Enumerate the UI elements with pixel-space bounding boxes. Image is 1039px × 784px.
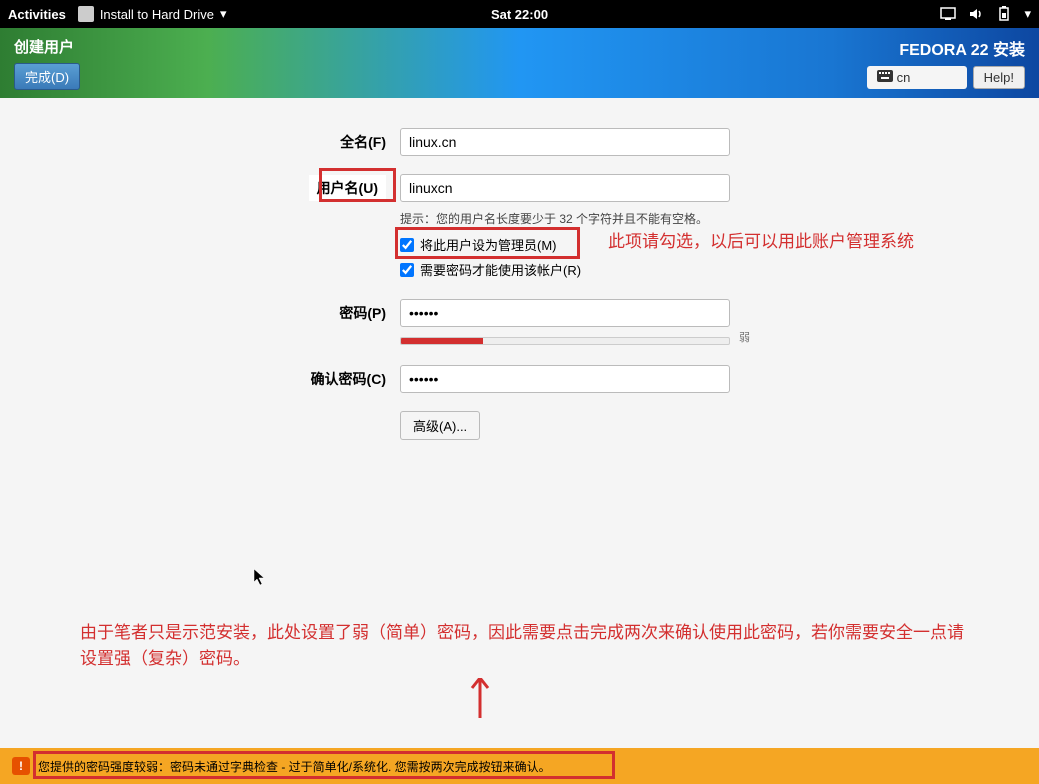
app-menu[interactable]: Install to Hard Drive ▾: [78, 6, 227, 22]
chevron-down-icon: ▾: [1024, 6, 1031, 22]
warning-icon: !: [12, 757, 30, 775]
admin-checkbox-label: 将此用户设为管理员(M): [420, 235, 557, 254]
fullname-input[interactable]: [400, 128, 730, 156]
battery-icon: [996, 6, 1012, 22]
installer-header: 创建用户 完成(D) FEDORA 22 安装 cn Help!: [0, 28, 1039, 98]
volume-icon: [968, 6, 984, 22]
cursor-icon: [253, 568, 267, 591]
username-hint: 提示：您的用户名长度要少于 32 个字符并且不能有空格。: [400, 210, 730, 227]
system-tray[interactable]: ▾: [548, 6, 1031, 22]
product-title: FEDORA 22 安装: [899, 36, 1025, 60]
user-form: 全名(F) 用户名(U) 提示：您的用户名长度要少于 32 个字符并且不能有空格…: [0, 98, 1039, 488]
confirm-password-label: 确认密码(C): [0, 369, 400, 389]
password-strength-meter: 弱: [400, 333, 730, 345]
admin-checkbox[interactable]: [400, 238, 414, 252]
gnome-top-bar: Activities Install to Hard Drive ▾ Sat 2…: [0, 0, 1039, 28]
password-label: 密码(P): [0, 303, 400, 323]
fullname-label: 全名(F): [0, 132, 400, 152]
annotation-password-note: 由于笔者只是示范安装，此处设置了弱（简单）密码，因此需要点击完成两次来确认使用此…: [80, 620, 980, 671]
password-input[interactable]: [400, 299, 730, 327]
require-password-label: 需要密码才能使用该帐户(R): [420, 260, 581, 279]
hdd-icon: [78, 6, 94, 22]
confirm-password-input[interactable]: [400, 365, 730, 393]
keyboard-indicator[interactable]: cn: [867, 66, 967, 89]
warning-bar: ! 您提供的密码强度较弱：密码未通过字典检查 - 过于简单化/系统化. 您需按两…: [0, 748, 1039, 784]
advanced-button[interactable]: 高级(A)...: [400, 411, 480, 440]
username-label: 用户名(U): [309, 175, 386, 201]
app-name: Install to Hard Drive: [100, 7, 214, 22]
activities-button[interactable]: Activities: [8, 7, 66, 22]
password-strength-label: 弱: [739, 329, 750, 345]
keyboard-icon: [877, 70, 893, 85]
keyboard-label: cn: [897, 70, 911, 85]
done-button[interactable]: 完成(D): [14, 63, 80, 90]
require-password-checkbox[interactable]: [400, 263, 414, 277]
clock[interactable]: Sat 22:00: [491, 7, 548, 22]
annotation-admin-note: 此项请勾选，以后可以用此账户管理系统: [608, 229, 1028, 255]
page-title: 创建用户: [14, 36, 80, 57]
help-button[interactable]: Help!: [973, 66, 1025, 89]
display-icon: [940, 6, 956, 22]
warning-text: 您提供的密码强度较弱：密码未通过字典检查 - 过于简单化/系统化. 您需按两次完…: [38, 758, 551, 775]
chevron-down-icon: ▾: [220, 6, 227, 22]
username-input[interactable]: [400, 174, 730, 202]
annotation-arrow-icon: [468, 678, 492, 735]
